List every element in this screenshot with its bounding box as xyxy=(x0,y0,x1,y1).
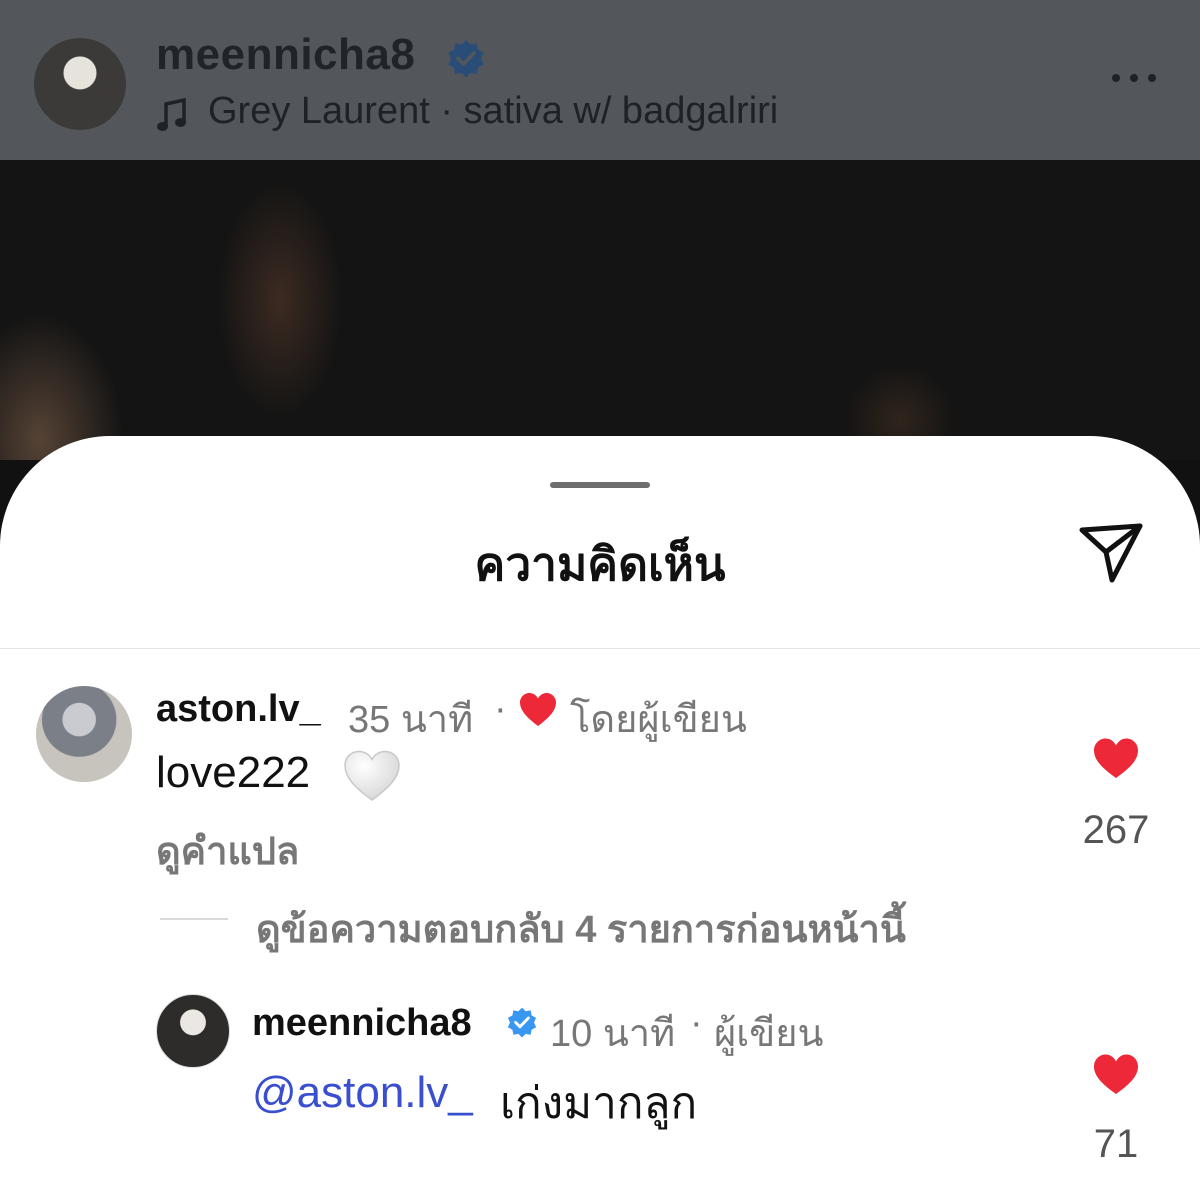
poster-username[interactable]: meennicha8 xyxy=(156,30,415,80)
white-heart-emoji-icon xyxy=(344,750,400,801)
like-heart-icon[interactable] xyxy=(1092,1052,1140,1096)
verified-badge-icon xyxy=(448,40,484,78)
send-icon[interactable] xyxy=(1076,520,1146,586)
separator-dot: · xyxy=(494,688,507,730)
liked-by-author-label: โดยผู้เขียน xyxy=(570,699,747,741)
reply-text: เก่งมากลูก xyxy=(500,1079,698,1128)
like-count: 71 xyxy=(1093,1122,1139,1166)
post-photo xyxy=(0,160,1200,460)
separator-dot: · xyxy=(690,1002,703,1044)
commenter-avatar[interactable] xyxy=(36,686,132,782)
reply-timestamp: 10 นาที xyxy=(550,1013,676,1055)
sheet-title: ความคิดเห็น xyxy=(474,538,726,590)
author-liked-heart-icon xyxy=(520,693,556,726)
more-horizontal-icon[interactable] xyxy=(1110,70,1158,86)
view-previous-replies-link[interactable]: ดูข้อความตอบกลับ 4 รายการก่อนหน้านี้ xyxy=(256,898,906,959)
author-label: ผู้เขียน xyxy=(714,1013,824,1055)
sheet-divider xyxy=(0,648,1200,649)
verified-badge-icon xyxy=(507,1007,537,1038)
comment-username[interactable]: aston.lv_ xyxy=(156,688,321,731)
comment-timestamp: 35 นาที xyxy=(348,699,474,741)
music-note-icon xyxy=(157,98,186,131)
post-header: meennicha8 Grey Laurent · sativa w/ badg… xyxy=(0,0,1200,160)
mention-link[interactable]: @aston.lv_ xyxy=(252,1068,473,1118)
comment-text: love222 xyxy=(156,748,311,797)
reply-avatar[interactable] xyxy=(156,994,230,1068)
replies-line xyxy=(160,918,228,920)
like-count: 267 xyxy=(1082,808,1150,852)
poster-avatar[interactable] xyxy=(34,38,126,130)
see-translation-link[interactable]: ดูคำแปล xyxy=(156,820,299,881)
song-label[interactable]: Grey Laurent · sativa w/ badgalriri xyxy=(208,90,778,133)
drag-handle[interactable] xyxy=(550,482,650,488)
like-heart-icon[interactable] xyxy=(1092,736,1140,780)
reply-username[interactable]: meennicha8 xyxy=(252,1002,472,1045)
